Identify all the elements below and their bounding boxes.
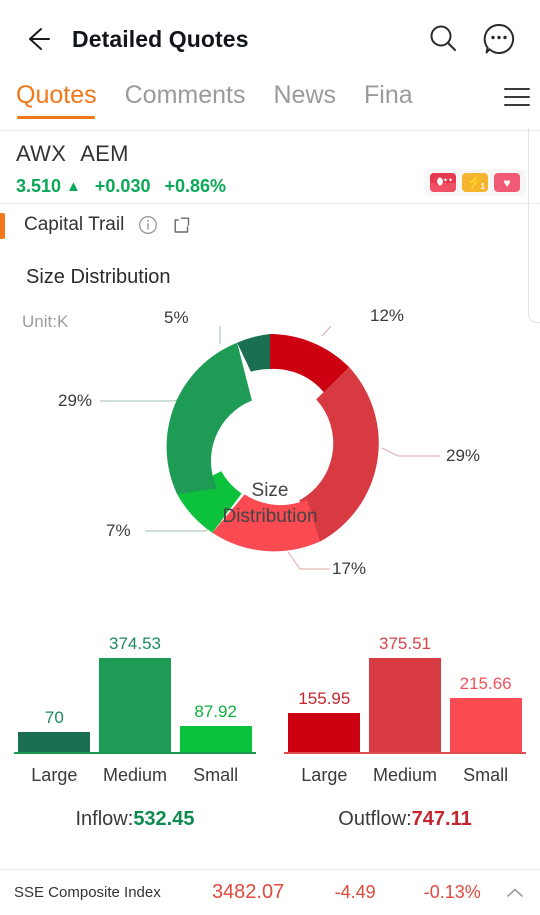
outflow-total-label: Outflow:	[338, 807, 412, 830]
inflow-bar-chart: 70 374.53 87.92 Large Medium Small	[0, 616, 270, 796]
chevron-up-icon[interactable]	[502, 886, 528, 900]
outflow-axis-line	[284, 752, 526, 754]
donut-center-line1: Size	[251, 480, 289, 501]
symbol-code: AWX	[16, 141, 67, 166]
heart-badge[interactable]: ♥	[494, 173, 520, 192]
symbol-name: AEM	[80, 141, 129, 166]
inflow-bar-small[interactable]: 87.92	[179, 702, 252, 752]
tab-bar: Quotes Comments News Fina	[0, 78, 540, 130]
donut-center-label: Size Distribution	[205, 478, 335, 530]
tab-news[interactable]: News	[273, 78, 336, 119]
outflow-categories: Large Medium Small	[284, 765, 526, 786]
flow-totals-row: Inflow:532.45 Outflow:747.11	[0, 796, 540, 842]
price-change: +0.030	[94, 176, 151, 196]
donut-chart: 5% 29% 7% 12% 29% 17%	[0, 306, 540, 616]
outflow-value-medium: 375.51	[378, 634, 431, 653]
bar-rect	[18, 732, 91, 752]
top-bar-actions	[424, 20, 518, 58]
hamburger-menu-icon[interactable]	[502, 84, 532, 110]
outflow-category-large: Large	[301, 765, 348, 785]
inflow-total: Inflow:532.45	[0, 808, 270, 831]
inflow-category-large: Large	[31, 765, 78, 785]
index-ticker-bar[interactable]: SSE Composite Index 3482.07 -4.49 -0.13%	[0, 869, 540, 915]
outflow-bar-chart: 155.95 375.51 215.66 Large Medium Small	[270, 616, 540, 796]
lightning-badge[interactable]: ⚡ 1	[462, 173, 488, 192]
tab-quotes[interactable]: Quotes	[16, 78, 97, 119]
outflow-bar-small[interactable]: 215.66	[449, 674, 522, 752]
inflow-value-large: 70	[44, 708, 64, 727]
last-price: 3.510	[16, 176, 62, 196]
index-change-percent: -0.13%	[423, 882, 481, 902]
donut-label-outflow-small: 17%	[332, 559, 367, 578]
lightning-badge-count: 1	[480, 182, 485, 191]
index-name: SSE Composite Index	[14, 884, 161, 901]
size-distribution-title: Size Distribution	[26, 266, 171, 288]
outflow-value-small: 215.66	[459, 674, 512, 693]
outflow-category-small: Small	[463, 765, 509, 785]
donut-label-inflow-large: 5%	[164, 308, 189, 327]
tab-comments[interactable]: Comments	[125, 78, 246, 119]
donut-label-outflow-medium: 29%	[446, 446, 481, 465]
inflow-category-medium: Medium	[102, 765, 167, 785]
inflow-total-value: 532.45	[133, 807, 195, 830]
inflow-total-label: Inflow:	[75, 807, 134, 830]
back-arrow-icon[interactable]	[18, 19, 58, 59]
donut-center-line2: Distribution	[222, 506, 318, 527]
donut-label-inflow-small: 7%	[106, 521, 131, 540]
capital-trail-label: Capital Trail	[24, 214, 125, 235]
accent-bar	[0, 213, 5, 239]
bar-rect	[449, 698, 522, 752]
inflow-value-medium: 374.53	[108, 634, 161, 653]
outflow-category-medium: Medium	[372, 765, 437, 785]
donut-label-outflow-large: 12%	[370, 306, 405, 325]
bar-rect	[288, 713, 361, 752]
page-title: Detailed Quotes	[72, 25, 249, 52]
inflow-bars: 70 374.53 87.92	[14, 634, 256, 752]
search-icon[interactable]	[424, 20, 462, 58]
donut-label-inflow-medium: 29%	[58, 391, 93, 410]
inflow-bar-large[interactable]: 70	[18, 708, 91, 752]
index-change: -4.49	[334, 882, 376, 902]
singapore-flag-badge[interactable]: ✦✦	[430, 173, 456, 192]
index-value: 3482.07	[211, 881, 285, 903]
share-icon[interactable]	[172, 215, 192, 235]
inflow-category-small: Small	[193, 765, 239, 785]
bar-rect	[98, 658, 171, 752]
capital-trail-row: Capital Trail	[0, 204, 540, 248]
outflow-bars: 155.95 375.51 215.66	[284, 634, 526, 752]
heart-icon: ♥	[503, 175, 511, 190]
outflow-total: Outflow:747.11	[270, 808, 540, 831]
tab-financials[interactable]: Fina	[364, 78, 424, 119]
price-change-percent: +0.86%	[164, 176, 227, 196]
bar-rect	[368, 658, 441, 752]
more-options-icon[interactable]	[480, 20, 518, 58]
quote-summary: AWX AEM 3.510 ▲ +0.030 +0.86% ✦✦ ⚡ 1 ♥	[0, 131, 540, 197]
inflow-value-small: 87.92	[194, 702, 237, 721]
outflow-total-value: 747.11	[411, 807, 472, 830]
inflow-categories: Large Medium Small	[14, 765, 256, 786]
top-bar: Detailed Quotes	[0, 0, 540, 78]
inflow-bar-medium[interactable]: 374.53	[98, 634, 171, 752]
bar-rect	[179, 726, 252, 752]
outflow-value-large: 155.95	[298, 689, 351, 708]
outflow-bar-medium[interactable]: 375.51	[368, 634, 441, 752]
badge-group: ✦✦ ⚡ 1 ♥	[424, 169, 526, 196]
price-up-arrow-icon: ▲	[66, 178, 81, 195]
symbol-row: AWX AEM	[16, 141, 524, 167]
info-icon[interactable]	[138, 215, 158, 235]
outflow-bar-large[interactable]: 155.95	[288, 689, 361, 752]
inflow-axis-line	[14, 752, 256, 754]
flow-bar-charts: 70 374.53 87.92 Large Medium Small 155.9…	[0, 616, 540, 796]
